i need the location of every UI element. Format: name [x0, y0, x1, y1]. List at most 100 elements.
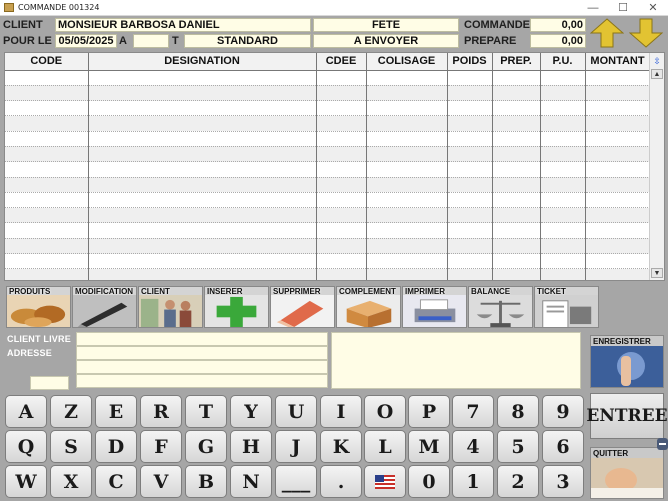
table-row[interactable]	[5, 222, 651, 239]
column-header[interactable]: CODE	[5, 53, 89, 71]
table-cell[interactable]	[5, 85, 89, 102]
inserer-button[interactable]: INSERER	[204, 286, 269, 328]
table-cell[interactable]	[540, 85, 586, 102]
table-cell[interactable]	[88, 115, 317, 132]
key-e[interactable]: E	[95, 395, 137, 428]
event-field[interactable]: FETE	[313, 18, 459, 32]
table-cell[interactable]	[447, 85, 493, 102]
side-tab-icon[interactable]	[656, 437, 668, 451]
scroll-up-icon[interactable]: ▲	[651, 69, 663, 79]
table-cell[interactable]	[540, 222, 586, 239]
arrow-down-button[interactable]	[628, 18, 664, 48]
table-cell[interactable]	[447, 238, 493, 255]
key-i[interactable]: I	[320, 395, 362, 428]
table-cell[interactable]	[540, 192, 586, 209]
table-cell[interactable]	[492, 115, 541, 132]
key-q[interactable]: Q	[5, 430, 47, 463]
table-cell[interactable]	[366, 192, 448, 209]
table-cell[interactable]	[316, 207, 367, 224]
column-header[interactable]: POIDS	[447, 53, 493, 71]
maximize-button[interactable]: ☐	[608, 0, 638, 16]
notes-area[interactable]	[331, 332, 581, 389]
column-header[interactable]: P.U.	[540, 53, 586, 71]
table-cell[interactable]	[316, 192, 367, 209]
key-s[interactable]: S	[50, 430, 92, 463]
table-cell[interactable]	[88, 131, 317, 147]
table-cell[interactable]	[5, 177, 89, 193]
table-cell[interactable]	[316, 70, 367, 86]
table-cell[interactable]	[366, 85, 448, 102]
balance-button[interactable]: BALANCE	[468, 286, 533, 328]
table-cell[interactable]	[492, 100, 541, 117]
table-cell[interactable]	[366, 253, 448, 270]
table-cell[interactable]	[540, 238, 586, 255]
column-header[interactable]: PREP.	[492, 53, 541, 71]
address-line-3[interactable]	[76, 374, 328, 388]
key-o[interactable]: O	[364, 395, 406, 428]
table-cell[interactable]	[316, 268, 367, 280]
table-cell[interactable]	[366, 222, 448, 239]
column-header[interactable]: COLISAGE	[366, 53, 448, 71]
table-cell[interactable]	[447, 70, 493, 86]
table-cell[interactable]	[447, 161, 493, 178]
table-cell[interactable]	[366, 100, 448, 117]
table-cell[interactable]	[5, 146, 89, 163]
client-livre-field[interactable]	[76, 332, 328, 346]
table-cell[interactable]	[447, 253, 493, 270]
arrow-up-button[interactable]	[589, 18, 625, 48]
table-cell[interactable]	[540, 70, 586, 86]
table-cell[interactable]	[366, 161, 448, 178]
status-field[interactable]: A ENVOYER	[313, 34, 459, 48]
table-cell[interactable]	[366, 146, 448, 163]
key-u[interactable]: U	[275, 395, 317, 428]
ticket-button[interactable]: TICKET	[534, 286, 599, 328]
client-button[interactable]: CLIENT	[138, 286, 203, 328]
table-cell[interactable]	[366, 70, 448, 86]
table-cell[interactable]	[585, 131, 651, 147]
supprimer-button[interactable]: SUPPRIMER	[270, 286, 335, 328]
table-cell[interactable]	[585, 70, 651, 86]
address-line-1[interactable]	[76, 346, 328, 360]
table-cell[interactable]	[585, 100, 651, 117]
table-cell[interactable]	[447, 222, 493, 239]
table-row[interactable]	[5, 85, 651, 102]
key-y[interactable]: Y	[230, 395, 272, 428]
complement-button[interactable]: COMPLEMENT	[336, 286, 401, 328]
minimize-button[interactable]: —	[578, 0, 608, 16]
table-row[interactable]	[5, 238, 651, 255]
table-cell[interactable]	[366, 207, 448, 224]
a-field[interactable]	[133, 34, 169, 48]
quitter-button[interactable]: QUITTER	[590, 447, 664, 499]
key-h[interactable]: H	[230, 430, 272, 463]
table-cell[interactable]	[316, 131, 367, 147]
produits-button[interactable]: PRODUITS	[6, 286, 71, 328]
key-a[interactable]: A	[5, 395, 47, 428]
table-row[interactable]	[5, 146, 651, 163]
client-name-field[interactable]: MONSIEUR BARBOSA DANIEL	[55, 18, 311, 32]
table-cell[interactable]	[88, 100, 317, 117]
table-cell[interactable]	[88, 85, 317, 102]
table-cell[interactable]	[447, 115, 493, 132]
table-cell[interactable]	[585, 253, 651, 270]
table-row[interactable]	[5, 131, 651, 147]
table-cell[interactable]	[492, 131, 541, 147]
key-x[interactable]: X	[50, 465, 92, 498]
key-2[interactable]: 2	[497, 465, 539, 498]
table-row[interactable]	[5, 253, 651, 270]
table-cell[interactable]	[5, 70, 89, 86]
key-3[interactable]: 3	[542, 465, 584, 498]
table-cell[interactable]	[447, 177, 493, 193]
table-cell[interactable]	[88, 238, 317, 255]
table-cell[interactable]	[585, 238, 651, 255]
table-row[interactable]	[5, 115, 651, 132]
table-cell[interactable]	[492, 222, 541, 239]
table-cell[interactable]	[540, 146, 586, 163]
table-cell[interactable]	[492, 146, 541, 163]
table-row[interactable]	[5, 192, 651, 209]
table-cell[interactable]	[316, 100, 367, 117]
table-cell[interactable]	[585, 146, 651, 163]
table-cell[interactable]	[88, 268, 317, 280]
table-cell[interactable]	[366, 115, 448, 132]
table-cell[interactable]	[540, 161, 586, 178]
table-cell[interactable]	[540, 268, 586, 280]
